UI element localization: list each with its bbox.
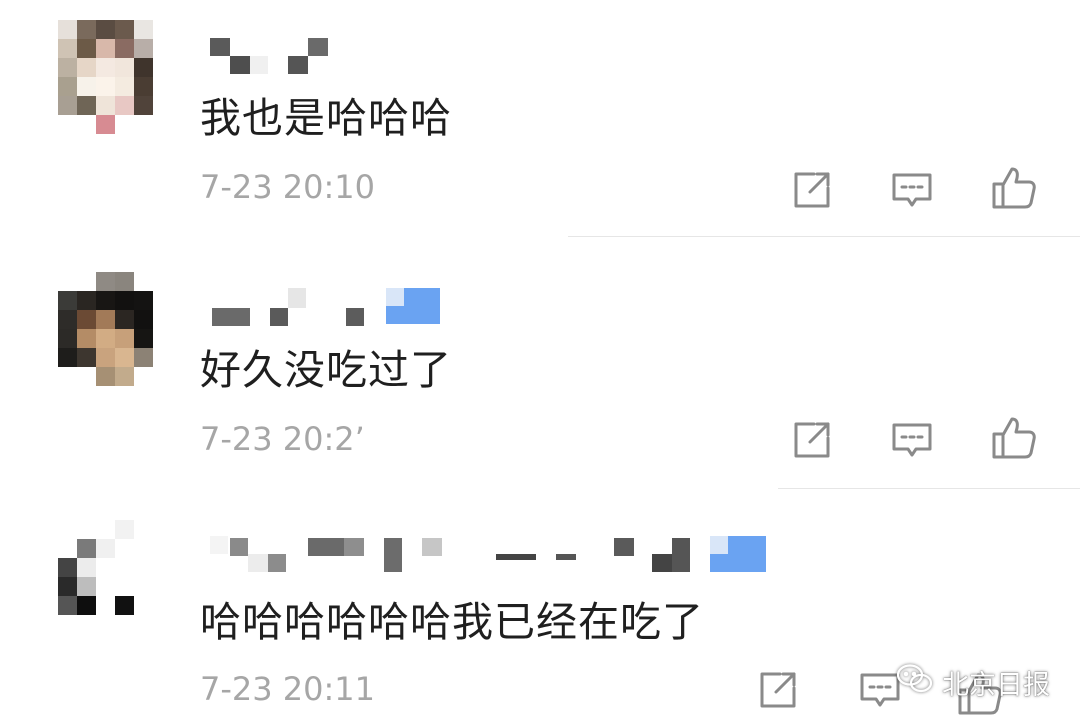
comment-time: 7-23 20:11 <box>200 670 376 708</box>
share-square-icon[interactable] <box>754 666 802 714</box>
avatar[interactable] <box>58 520 172 634</box>
watermark-label: 北京日报 <box>942 669 1050 701</box>
comment-item: 哈哈哈哈哈哈我已经在吃了 7-23 20:11 <box>0 0 1080 728</box>
username-blurred[interactable] <box>200 536 780 576</box>
watermark: 北京日报 <box>896 660 1050 704</box>
wechat-icon <box>896 663 934 702</box>
comment-text: 哈哈哈哈哈哈我已经在吃了 <box>200 598 704 646</box>
